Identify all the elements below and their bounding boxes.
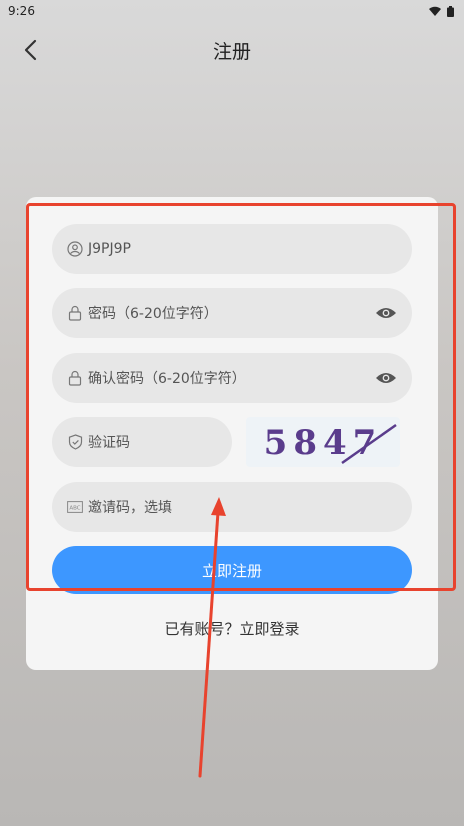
password-eye-icon[interactable] — [374, 301, 398, 325]
username-value: J9PJ9P — [88, 241, 131, 257]
confirm-password-field[interactable]: 确认密码（6-20位字符） — [52, 353, 412, 403]
captcha-placeholder: 验证码 — [88, 435, 130, 451]
nav-bar: 注册 — [0, 28, 464, 72]
battery-icon — [447, 5, 454, 17]
status-time: 9:26 — [8, 4, 35, 18]
svg-text:ABC: ABC — [69, 505, 80, 511]
password-field[interactable]: 密码（6-20位字符） — [52, 288, 412, 338]
confirm-eye-icon[interactable] — [374, 366, 398, 390]
confirm-password-placeholder: 确认密码（6-20位字符） — [88, 371, 246, 387]
register-button[interactable]: 立即注册 — [52, 546, 412, 594]
wifi-icon — [429, 6, 441, 16]
username-field[interactable]: J9PJ9P — [52, 224, 412, 274]
lock-icon — [66, 369, 84, 387]
invite-code-placeholder: 邀请码，选填 — [88, 500, 172, 516]
back-button[interactable] — [14, 34, 46, 66]
password-placeholder: 密码（6-20位字符） — [88, 306, 218, 322]
page-title: 注册 — [212, 40, 251, 63]
captcha-text: 5847 — [264, 423, 383, 463]
abc-icon: ABC — [66, 498, 84, 516]
captcha-image[interactable]: 5847 — [246, 417, 400, 467]
captcha-field[interactable]: 验证码 — [52, 417, 232, 467]
lock-icon — [66, 304, 84, 322]
status-bar: 9:26 — [0, 0, 464, 22]
status-icons — [429, 5, 454, 17]
shield-icon — [66, 433, 84, 451]
user-icon — [66, 240, 84, 258]
invite-code-field[interactable]: ABC 邀请码，选填 — [52, 482, 412, 532]
back-arrow-icon — [24, 39, 37, 61]
login-link[interactable]: 已有账号？立即登录 — [26, 618, 438, 639]
